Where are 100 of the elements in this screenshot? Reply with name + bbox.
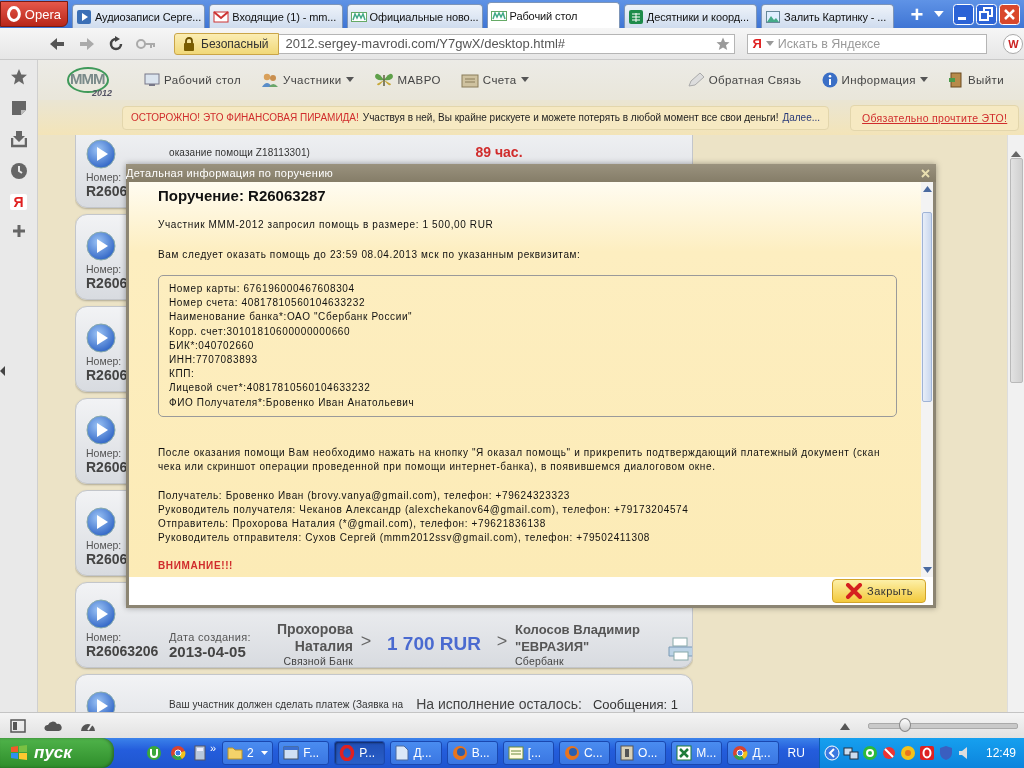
taskbar-button[interactable]: Д...	[727, 741, 779, 765]
number-label: Номер:	[86, 539, 122, 551]
order-number: R2606	[86, 183, 128, 199]
play-icon[interactable]	[86, 323, 116, 353]
star-icon[interactable]	[716, 36, 731, 51]
browser-tab[interactable]: Аудиозаписи Серге...	[72, 4, 206, 28]
taskbar-button[interactable]: Р...	[334, 741, 386, 765]
taskbar-button[interactable]: С...	[558, 741, 611, 765]
tab-list-caret-icon[interactable]	[933, 9, 945, 19]
taskbar-button[interactable]: [...	[502, 741, 554, 765]
nav-link[interactable]: МАВРО	[373, 72, 441, 88]
reload-icon[interactable]	[108, 35, 124, 52]
taskbar-button[interactable]: О...	[615, 741, 667, 765]
start-button[interactable]: пуск	[0, 738, 114, 768]
dialog-title: Детальная информация по поручению	[126, 167, 334, 179]
download-icon[interactable]	[10, 130, 27, 148]
requisite-line: Корр. счет:30101810600000000660	[169, 324, 352, 339]
play-icon[interactable]	[86, 507, 116, 537]
note-icon[interactable]	[10, 100, 27, 116]
search-field[interactable]: Я Искать в Яндексе	[747, 33, 988, 54]
opera-menu-button[interactable]: Opera	[0, 1, 68, 27]
slider-thumb[interactable]	[898, 717, 911, 732]
nav-link[interactable]: Выйти	[947, 72, 1004, 88]
must-read-link[interactable]: Обязательно прочтите ЭТО!	[850, 104, 1020, 131]
security-badge[interactable]: Безопасный	[174, 32, 280, 55]
scrollbar-thumb[interactable]	[922, 212, 932, 402]
lock-icon	[183, 36, 195, 51]
sender-bank: Связной Банк	[283, 655, 353, 667]
quick-launch-more[interactable]: »	[209, 742, 216, 754]
play-icon[interactable]	[86, 691, 116, 712]
more-link[interactable]: Далее...	[782, 112, 821, 123]
torrent-icon[interactable]	[145, 745, 162, 761]
logo-text: МММ	[70, 70, 105, 87]
site-logo[interactable]: МММ 2012	[66, 63, 110, 97]
browser-tab[interactable]: Рабочий стол	[486, 2, 620, 28]
language-indicator[interactable]: RU	[787, 746, 805, 760]
spreadsheet-icon	[627, 8, 644, 25]
contact-line: Отправитель: Прохорова Наталия (*@gmail.com), телефон: +79621836138	[158, 516, 547, 531]
nav-link[interactable]: Информация	[821, 72, 928, 88]
minimize-button[interactable]	[953, 3, 974, 25]
number-label: Номер:	[86, 355, 122, 367]
caret-icon	[261, 750, 269, 756]
close-icon[interactable]	[921, 168, 930, 178]
cross-icon	[845, 583, 864, 599]
nav-link[interactable]: Обратная Связь	[686, 72, 802, 88]
order-number: R2606	[86, 367, 128, 383]
nav-link[interactable]: Участники	[261, 72, 354, 88]
calculator-icon[interactable]	[193, 745, 206, 761]
network-icon[interactable]	[842, 745, 859, 761]
taskbar-button[interactable]: Д...	[390, 741, 442, 765]
browser-tab[interactable]: Десятники и коорд...	[623, 4, 758, 28]
creation-date: 2013-04-05	[169, 643, 247, 660]
blocked-icon[interactable]	[880, 745, 897, 761]
dialog-scrollbar[interactable]	[921, 182, 933, 577]
logo-ring-icon	[66, 65, 110, 95]
close-button[interactable]: Закрыть	[832, 579, 926, 603]
collapse-arrow-icon[interactable]	[0, 366, 6, 376]
pencil-icon	[686, 72, 705, 88]
cloud-icon[interactable]	[44, 719, 62, 732]
address-field[interactable]: 2012.sergey-mavrodi.com/Y7gwX/desktop.html#	[279, 33, 736, 54]
opera-logo-icon[interactable]	[918, 745, 935, 761]
book-icon	[620, 745, 635, 761]
scrollbar-thumb[interactable]	[1009, 158, 1023, 383]
taskbar-button[interactable]: В...	[446, 741, 498, 765]
browser-tab[interactable]: Официальные ново...	[346, 4, 483, 28]
new-tab-button[interactable]: +	[904, 2, 930, 28]
taskbar-button[interactable]: М...	[671, 741, 723, 765]
close-button[interactable]	[999, 3, 1020, 25]
play-icon[interactable]	[86, 415, 116, 445]
envelope-icon	[213, 8, 230, 25]
plus-icon[interactable]	[11, 224, 26, 238]
play-icon[interactable]	[86, 139, 116, 169]
taskbar-button[interactable]: 2	[222, 741, 274, 765]
back-icon[interactable]	[48, 35, 66, 52]
panel-toggle-icon[interactable]	[10, 718, 26, 733]
warning-title: ОСТОРОЖНО! ЭТО ФИНАНСОВАЯ ПИРАМИДА!	[131, 112, 359, 123]
play-icon[interactable]	[86, 599, 116, 629]
ledger-icon	[460, 72, 479, 88]
expand-tray-icon[interactable]	[823, 745, 840, 761]
browser-tab[interactable]: Залить Картинку - ...	[761, 4, 895, 28]
browser-tab[interactable]: Входящие (1) - mm...	[209, 4, 343, 28]
yandex-button[interactable]: Я	[10, 194, 27, 210]
nav-link[interactable]: Рабочий стол	[144, 73, 241, 87]
star-icon[interactable]	[9, 68, 28, 86]
info-icon	[821, 72, 838, 88]
taskbar-button[interactable]: F...	[278, 741, 330, 765]
extension-button[interactable]: W	[1003, 33, 1024, 54]
order-number: R26063206	[86, 643, 159, 659]
exit-door-icon	[947, 72, 964, 88]
scrollbar[interactable]	[1007, 135, 1024, 712]
scroll-up-icon[interactable]	[922, 186, 932, 192]
up-triangle-icon[interactable]	[840, 721, 850, 730]
remaining-label: На исполнение осталось:	[416, 696, 582, 712]
nav-link[interactable]: Счета	[460, 72, 529, 88]
window-icon	[283, 746, 300, 760]
restore-button[interactable]	[976, 3, 997, 25]
clock-icon[interactable]	[9, 162, 28, 180]
play-icon[interactable]	[86, 231, 116, 261]
scroll-down-icon[interactable]	[922, 567, 932, 573]
contact-line: Получатель: Бровенко Иван (brovy.vanya@gmail.com), телефон: +79624323323	[158, 488, 571, 503]
